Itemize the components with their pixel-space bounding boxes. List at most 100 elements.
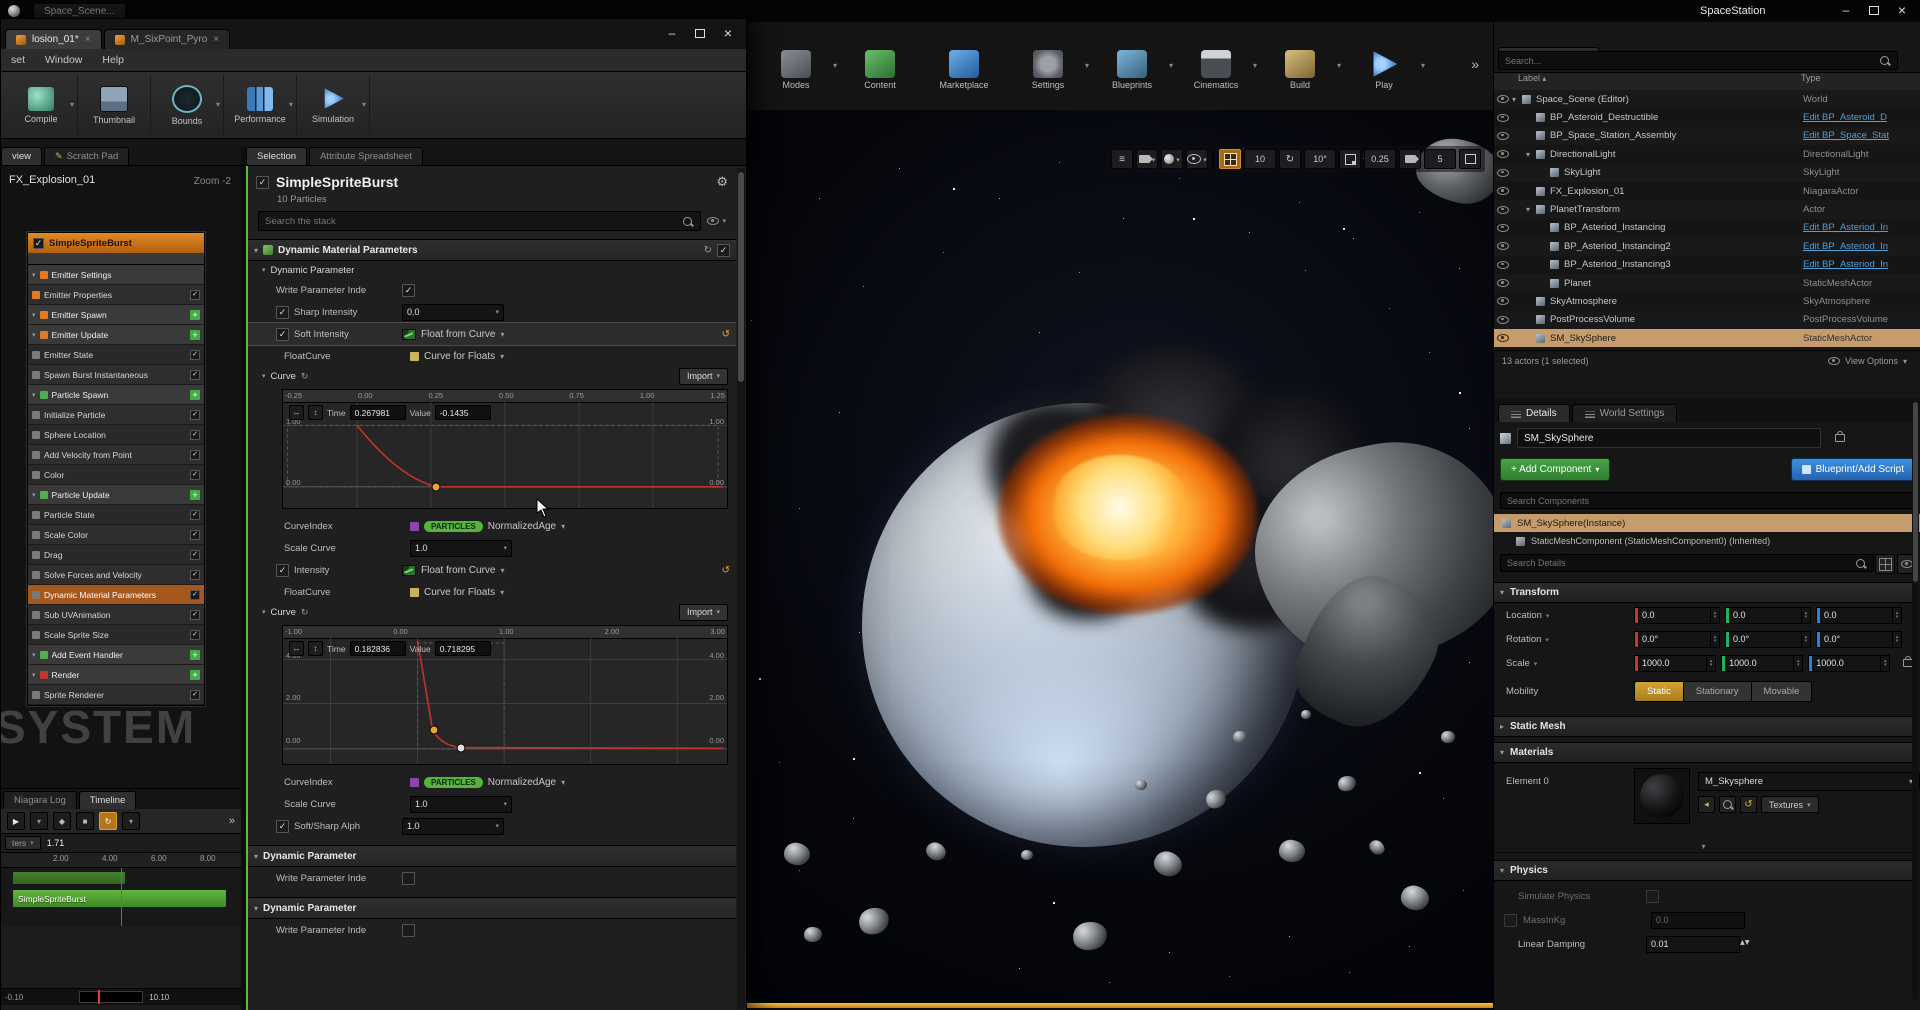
expand-arrow-icon[interactable] xyxy=(1512,95,1522,104)
simulate-physics-checkbox[interactable] xyxy=(1646,890,1659,903)
import-button[interactable]: Import xyxy=(679,604,728,621)
module-enabled-checkbox[interactable] xyxy=(190,630,200,640)
curve-subheader[interactable]: Curve Import xyxy=(248,603,736,621)
location-y-field[interactable]: 0.0 xyxy=(1725,607,1811,624)
scale-label[interactable]: Scale xyxy=(1494,658,1634,669)
camera-speed-value[interactable]: 5 xyxy=(1424,149,1456,169)
panel-tab[interactable]: Attribute Spreadsheet xyxy=(309,147,423,165)
scale-snap-value[interactable]: 0.25 xyxy=(1364,149,1396,169)
module-enabled-checkbox[interactable] xyxy=(190,470,200,480)
curve-key[interactable] xyxy=(429,725,438,734)
grid-snap-toggle[interactable] xyxy=(1219,149,1241,169)
browse-asset-icon[interactable] xyxy=(1719,796,1736,813)
use-selected-asset-icon[interactable]: ◂ xyxy=(1698,796,1715,813)
scale-x-field[interactable]: 1000.0 xyxy=(1634,655,1716,672)
module-enabled-checkbox[interactable] xyxy=(190,450,200,460)
module-enabled-checkbox[interactable] xyxy=(190,690,200,700)
loop-toggle[interactable] xyxy=(99,812,117,830)
write-parameter-checkbox[interactable] xyxy=(402,284,415,297)
location-label[interactable]: Location xyxy=(1494,610,1634,621)
write-parameter-checkbox[interactable] xyxy=(402,924,415,937)
reset-to-default-icon[interactable] xyxy=(722,565,730,576)
dynamic-material-parameters-header[interactable]: Dynamic Material Parameters xyxy=(248,239,736,261)
blueprint-add-script-button[interactable]: Blueprint/Add Script xyxy=(1791,458,1915,481)
stack-module-row[interactable]: Emitter State + xyxy=(28,345,204,365)
outliner-row[interactable]: PlanetTransform Actor xyxy=(1494,200,1920,218)
add-module-button[interactable]: + xyxy=(190,490,200,500)
dropdown-arrow-icon[interactable] xyxy=(561,777,565,788)
stack-module-row[interactable]: Color + xyxy=(28,465,204,485)
visibility-eye-icon[interactable] xyxy=(1494,95,1512,103)
stop-button[interactable] xyxy=(76,812,94,830)
visibility-eye-icon[interactable] xyxy=(1494,279,1512,287)
stack-module-row[interactable]: Dynamic Material Parameters + xyxy=(28,585,204,605)
emitter-enabled-checkbox[interactable] xyxy=(33,238,44,249)
add-module-button[interactable]: + xyxy=(190,670,200,680)
enable-checkbox[interactable] xyxy=(276,820,289,833)
reset-to-default-icon[interactable] xyxy=(722,329,730,340)
stack-search[interactable] xyxy=(258,211,701,231)
module-enabled-checkbox[interactable] xyxy=(190,350,200,360)
soft-intensity-row[interactable]: Soft Intensity Float from Curve xyxy=(248,323,736,345)
menu-item[interactable]: Window xyxy=(35,54,92,66)
module-enabled-checkbox[interactable] xyxy=(717,244,730,257)
chevron-down-icon[interactable] xyxy=(1085,60,1089,71)
component-row[interactable]: SM_SkySphere(Instance) xyxy=(1494,514,1920,532)
emitter-node[interactable]: SimpleSpriteBurst Emitter Settings + xyxy=(27,232,205,706)
curve-key[interactable] xyxy=(456,743,465,752)
outliner-search[interactable] xyxy=(1498,51,1898,70)
chevron-down-icon[interactable] xyxy=(1421,60,1425,71)
rotation-snap-value[interactable]: 10° xyxy=(1304,149,1336,169)
menu-item[interactable]: Help xyxy=(92,54,134,66)
stack-module-row[interactable]: Add Velocity from Point + xyxy=(28,445,204,465)
emitter-node-header[interactable]: SimpleSpriteBurst xyxy=(28,233,204,253)
import-button[interactable]: Import xyxy=(679,368,728,385)
module-enabled-checkbox[interactable] xyxy=(190,590,200,600)
range-window[interactable] xyxy=(79,991,143,1003)
add-component-button[interactable]: + Add Component xyxy=(1500,458,1610,481)
chevron-down-icon[interactable] xyxy=(216,99,220,110)
dropdown-arrow-icon[interactable] xyxy=(500,351,504,362)
module-enabled-checkbox[interactable] xyxy=(190,510,200,520)
chevron-down-icon[interactable] xyxy=(1169,60,1173,71)
refresh-curve-icon[interactable] xyxy=(301,607,309,618)
details-tab[interactable]: Details xyxy=(1498,404,1570,422)
key-value-field[interactable]: 0.718295 xyxy=(435,641,491,656)
scale-curve-field[interactable]: 1.0 xyxy=(410,796,512,813)
linear-damping-field[interactable]: 0.01 xyxy=(1646,936,1740,953)
grid-snap-value[interactable]: 10 xyxy=(1244,149,1276,169)
chevron-down-icon[interactable] xyxy=(1337,60,1341,71)
minimize-button[interactable] xyxy=(658,23,686,43)
module-enabled-checkbox[interactable] xyxy=(190,410,200,420)
module-enabled-checkbox[interactable] xyxy=(190,530,200,540)
visibility-eye-icon[interactable] xyxy=(1494,150,1512,158)
keyframe-button[interactable] xyxy=(53,812,71,830)
location-z-field[interactable]: 0.0 xyxy=(1816,607,1902,624)
expand-arrow-icon[interactable] xyxy=(1526,150,1536,159)
panel-tab[interactable]: view xyxy=(1,147,42,165)
maximize-viewport-button[interactable] xyxy=(1459,149,1481,169)
panel-tab[interactable]: Scratch Pad xyxy=(44,147,129,165)
stack-module-row[interactable]: Scale Color + xyxy=(28,525,204,545)
outliner-row[interactable]: Planet StaticMeshActor xyxy=(1494,274,1920,292)
stack-search-input[interactable] xyxy=(259,216,683,227)
outliner-row[interactable]: SM_SkySphere StaticMeshActor xyxy=(1494,329,1920,347)
search-components-input[interactable] xyxy=(1501,496,1914,506)
enable-checkbox[interactable] xyxy=(276,564,289,577)
refresh-curve-icon[interactable] xyxy=(301,371,309,382)
level-tab[interactable]: Space_Scene... xyxy=(34,4,125,19)
curve-editor-soft-intensity[interactable]: -0.250.000.250.500.751.001.25 xyxy=(282,389,728,509)
add-module-button[interactable]: + xyxy=(190,390,200,400)
chevron-down-icon[interactable] xyxy=(1253,60,1257,71)
stack-module-row[interactable]: Sphere Location + xyxy=(28,425,204,445)
scale-y-field[interactable]: 1000.0 xyxy=(1721,655,1803,672)
lock-icon[interactable] xyxy=(1835,434,1845,442)
add-module-button[interactable]: + xyxy=(190,650,200,660)
module-enabled-checkbox[interactable] xyxy=(190,290,200,300)
search-components[interactable] xyxy=(1500,492,1915,509)
view-options-button[interactable]: View Options xyxy=(1828,356,1907,366)
add-module-button[interactable]: + xyxy=(190,330,200,340)
outliner-row[interactable]: PostProcessVolume PostProcessVolume xyxy=(1494,311,1920,329)
stack-module-row[interactable]: Particle Update + xyxy=(28,485,204,505)
range-start[interactable]: -0.10 xyxy=(5,993,23,1002)
